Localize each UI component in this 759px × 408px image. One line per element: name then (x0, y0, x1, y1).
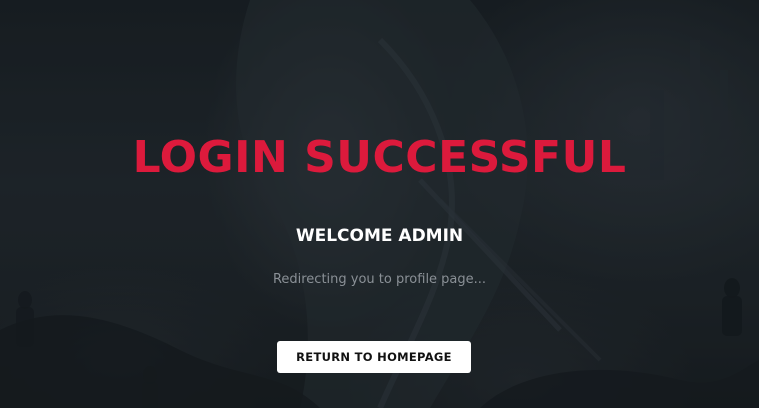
return-to-homepage-button[interactable]: RETURN TO HOMEPAGE (277, 341, 471, 373)
redirect-message: Redirecting you to profile page... (272, 272, 487, 287)
page-title: LOGIN SUCCESSFUL (132, 132, 627, 183)
success-page: LOGIN SUCCESSFUL WELCOME ADMIN Redirecti… (0, 0, 759, 408)
welcome-heading: WELCOME ADMIN (295, 226, 464, 246)
message-panel: LOGIN SUCCESSFUL WELCOME ADMIN Redirecti… (0, 0, 759, 408)
